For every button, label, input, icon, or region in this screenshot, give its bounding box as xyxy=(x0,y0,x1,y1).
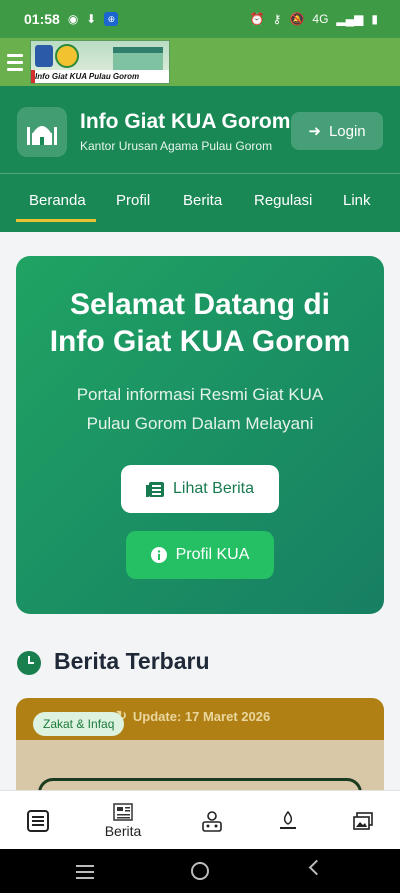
news-icon xyxy=(113,802,133,821)
info-icon xyxy=(150,547,167,563)
main-nav: Beranda Profil Berita Regulasi Link xyxy=(0,174,400,232)
active-tab-indicator xyxy=(16,219,96,222)
bottom-nav-berita-label: Berita xyxy=(104,822,142,839)
nav-link[interactable]: Link xyxy=(343,192,371,209)
clock-icon xyxy=(17,651,41,675)
mute-icon: 🔕 xyxy=(289,12,305,26)
site-title[interactable]: Info Giat KUA Gorom xyxy=(80,110,290,134)
alarm-icon: ⏰ xyxy=(249,12,265,26)
news-card[interactable]: ↻ Update: 17 Maret 2026 Zakat & Infaq xyxy=(16,698,384,793)
people-icon xyxy=(202,810,222,832)
kemenag-logo xyxy=(55,44,79,68)
hero-title: Selamat Datang di Info Giat KUA Gorom xyxy=(49,288,351,358)
back-icon[interactable] xyxy=(308,859,325,876)
lihat-berita-button[interactable]: Lihat Berita xyxy=(121,465,279,513)
home-icon[interactable] xyxy=(191,862,209,880)
section-title: Berita Terbaru xyxy=(54,648,210,674)
hero-subtitle: Portal informasi Resmi Giat KUA Pulau Go… xyxy=(76,385,324,433)
nav-berita[interactable]: Berita xyxy=(183,192,222,209)
battery-icon: ▮ xyxy=(371,12,378,26)
mosque-icon xyxy=(17,107,67,157)
banner-caption: Info Giat KUA Pulau Gorom xyxy=(31,70,169,83)
baznas-logo-icon xyxy=(280,810,296,829)
gallery-icon xyxy=(353,811,373,830)
nav-regulasi[interactable]: Regulasi xyxy=(254,192,312,209)
site-header: Info Giat KUA Gorom Kantor Urusan Agama … xyxy=(0,86,400,232)
hero-card: Selamat Datang di Info Giat KUA Gorom Po… xyxy=(16,256,384,614)
site-subtitle: Kantor Urusan Agama Pulau Gorom xyxy=(80,139,273,153)
regency-logo xyxy=(35,45,53,67)
status-bar: 01:58 ◉ ⬇ ⊕ ⏰ ⚷ 🔕 4G ▂▄▆ ▮ xyxy=(0,0,400,38)
profil-kua-label: Profil KUA xyxy=(175,546,250,563)
download-icon: ⬇ xyxy=(86,12,97,26)
status-time: 01:58 xyxy=(24,11,60,27)
app-bar: Info Giat KUA Pulau Gorom xyxy=(0,38,400,86)
bottom-nav-berita[interactable]: Berita xyxy=(98,791,148,850)
list-icon xyxy=(27,809,49,832)
network-type: 4G xyxy=(312,12,329,26)
login-button[interactable]: ➜ Login xyxy=(291,112,383,150)
system-nav-bar xyxy=(0,849,400,893)
news-update: ↻ Update: 17 Maret 2026 xyxy=(116,708,270,724)
login-label: Login xyxy=(328,122,366,140)
news-update-text: Update: 17 Maret 2026 xyxy=(132,708,271,724)
vpn-key-icon: ⚷ xyxy=(272,12,282,26)
bottom-nav-baznas[interactable] xyxy=(276,791,300,850)
newspaper-icon xyxy=(146,481,165,497)
menu-icon[interactable] xyxy=(7,53,23,71)
record-icon: ◉ xyxy=(67,12,79,26)
profil-kua-button[interactable]: Profil KUA xyxy=(126,531,274,579)
nav-beranda[interactable]: Beranda xyxy=(29,192,86,209)
nav-profil[interactable]: Profil xyxy=(116,192,150,209)
bottom-nav: Berita xyxy=(0,790,400,850)
recent-apps-icon[interactable] xyxy=(76,865,94,879)
lihat-berita-label: Lihat Berita xyxy=(173,480,254,497)
news-category-badge[interactable]: Zakat & Infaq xyxy=(33,712,125,736)
bottom-nav-gallery[interactable] xyxy=(351,791,375,850)
login-icon: ➜ xyxy=(308,123,321,140)
bottom-nav-list[interactable] xyxy=(24,791,52,850)
app-notification-icon: ⊕ xyxy=(104,12,119,26)
signal-icon: ▂▄▆ xyxy=(336,12,364,26)
bottom-nav-people[interactable] xyxy=(200,791,224,850)
site-banner[interactable]: Info Giat KUA Pulau Gorom xyxy=(30,40,170,84)
